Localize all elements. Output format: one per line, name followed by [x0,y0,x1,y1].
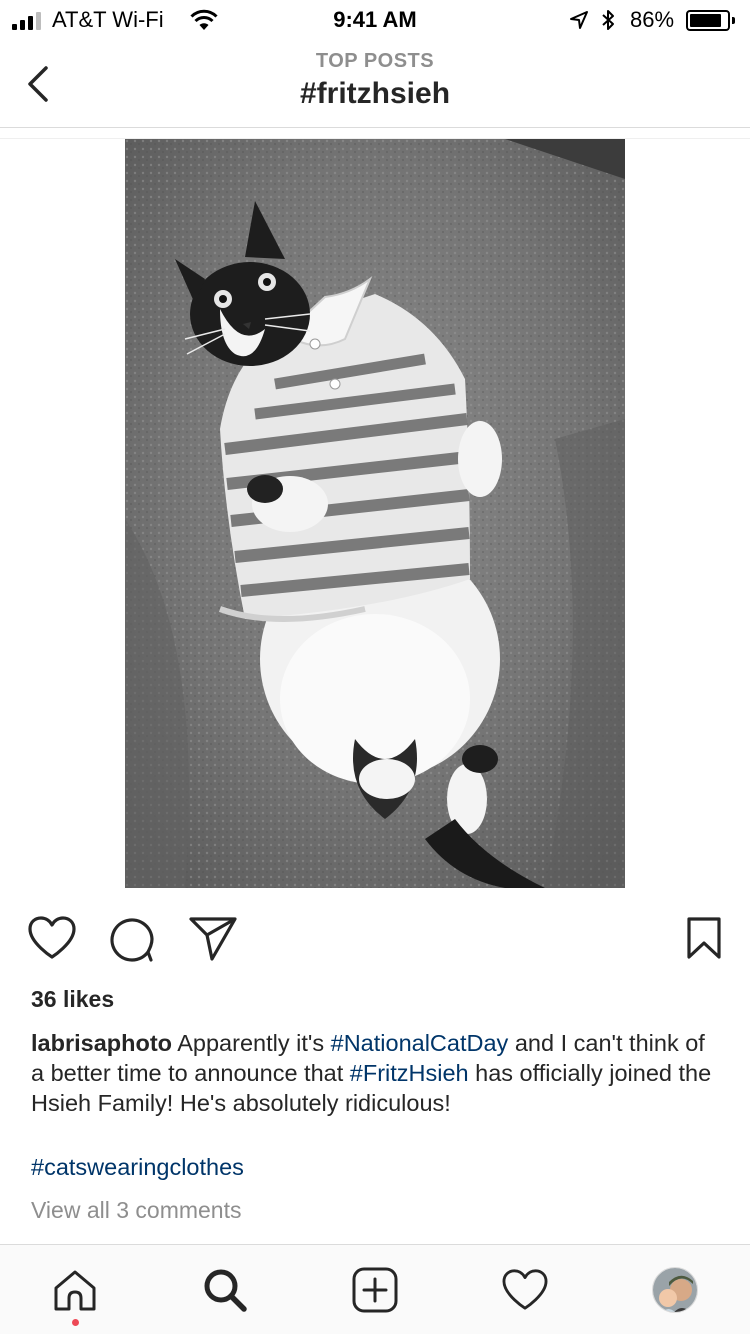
bluetooth-icon [602,10,614,30]
post-caption: labrisaphoto Apparently it's #NationalCa… [31,1028,721,1118]
comment-button[interactable] [108,915,156,968]
heart-outline-icon [28,916,76,959]
battery-icon [686,10,730,31]
search-icon [204,1269,247,1312]
notification-dot [72,1319,79,1326]
view-all-comments-link[interactable]: View all 3 comments [31,1197,242,1224]
hashtag-link[interactable]: #NationalCatDay [331,1030,509,1056]
cat-photo-illustration [125,139,625,888]
battery-percent: 86% [630,7,675,32]
new-post-icon [352,1267,398,1313]
bookmark-icon [687,917,721,959]
tab-activity[interactable] [485,1245,565,1334]
share-button[interactable] [188,915,238,966]
paper-plane-icon [189,917,237,961]
likes-count[interactable]: 36 likes [31,986,114,1013]
avatar [652,1267,698,1313]
post-photo[interactable] [125,139,625,888]
tab-profile[interactable] [635,1245,715,1334]
comment-bubble-icon [110,918,154,962]
nav-header: TOP POSTS #fritzhsieh [0,40,750,128]
profile-avatar-image [653,1268,697,1312]
tab-new-post[interactable] [335,1245,415,1334]
caption-hashtag-line: #catswearingclothes [31,1152,244,1182]
battery-nub [732,17,735,24]
caption-username[interactable]: labrisaphoto [31,1030,172,1056]
hashtag-link[interactable]: #FritzHsieh [350,1060,469,1086]
activity-heart-icon [502,1269,548,1310]
location-icon [570,11,588,29]
battery-level [690,14,721,27]
save-button[interactable] [686,916,722,965]
home-icon [54,1270,96,1311]
status-bar: AT&T Wi-Fi 9:41 AM 86% [0,0,750,40]
page-subtitle: TOP POSTS [315,50,435,72]
like-button[interactable] [27,915,77,966]
page-title: #fritzhsieh [299,77,451,110]
caption-text: Apparently it's [172,1030,331,1056]
tab-bar [0,1244,750,1334]
tab-search[interactable] [185,1245,265,1334]
hashtag-link[interactable]: #catswearingclothes [31,1154,244,1180]
